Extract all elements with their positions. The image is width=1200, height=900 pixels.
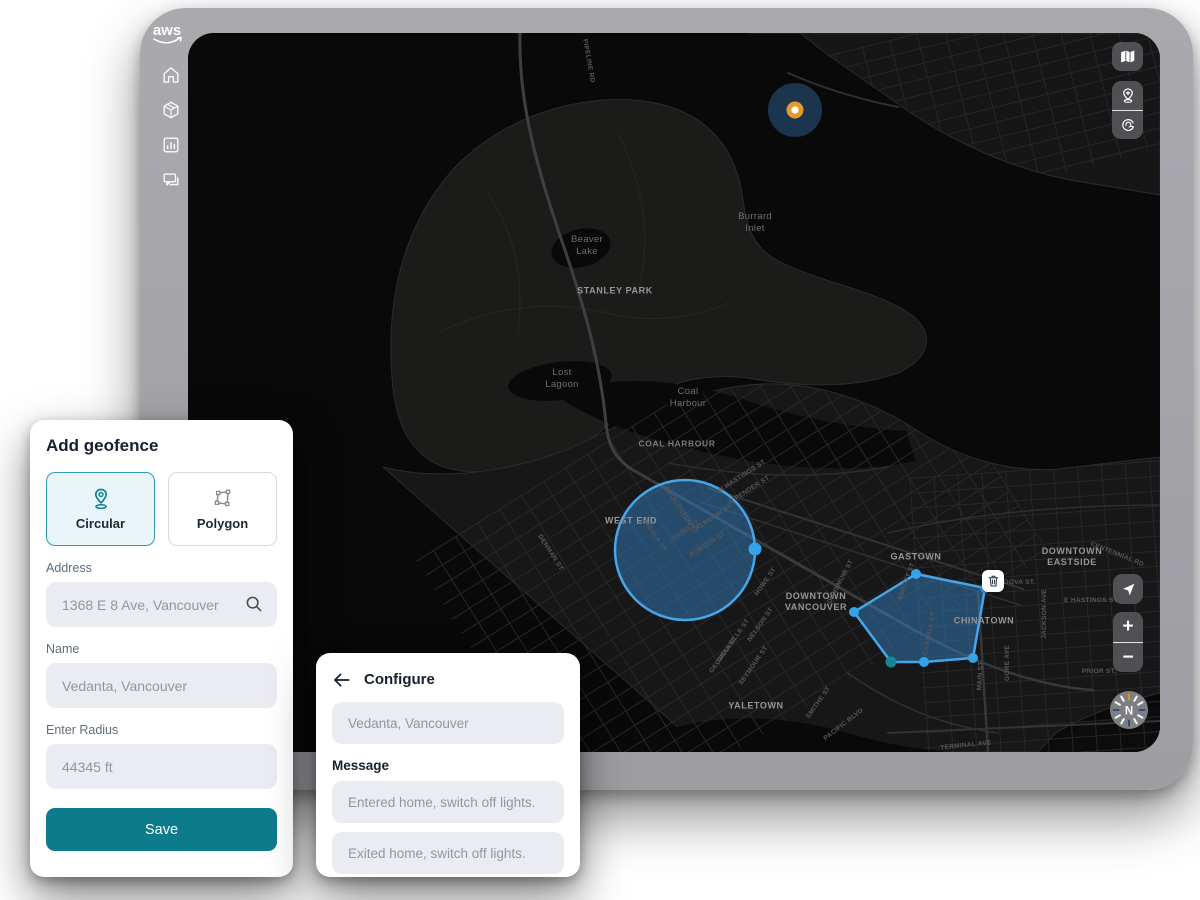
delete-geofence-button[interactable]	[982, 570, 1004, 592]
back-arrow-icon[interactable]	[332, 672, 351, 688]
add-location-pin-icon	[1119, 86, 1137, 105]
exited-message-input[interactable]	[332, 832, 564, 874]
aws-logo-text: aws	[153, 22, 181, 39]
radius-input[interactable]	[46, 744, 277, 789]
circular-label: Circular	[76, 516, 125, 531]
compass-control[interactable]: N	[1110, 691, 1148, 729]
map-style-button[interactable]	[1112, 42, 1143, 71]
polygon-shape-icon	[212, 487, 234, 511]
radius-label: Enter Radius	[46, 723, 277, 737]
zoom-out-button[interactable]: −	[1113, 643, 1143, 673]
map-style-icon	[1119, 48, 1136, 65]
polygon-label: Polygon	[197, 516, 248, 531]
zoom-in-button[interactable]: +	[1113, 612, 1143, 642]
address-label: Address	[46, 561, 277, 575]
add-location-button[interactable]	[1112, 81, 1143, 110]
entered-message-input[interactable]	[332, 781, 564, 823]
home-icon[interactable]	[161, 65, 181, 85]
message-label: Message	[332, 758, 564, 773]
circle-radius-handle	[749, 543, 762, 556]
chat-icon[interactable]	[161, 170, 181, 190]
address-input[interactable]	[46, 582, 277, 627]
analytics-icon[interactable]	[161, 135, 181, 155]
geofence-radar-button[interactable]	[1112, 111, 1143, 140]
search-icon[interactable]	[244, 594, 264, 614]
add-geofence-panel: Add geofence Circular Polygon	[30, 420, 293, 877]
navigate-arrow-icon	[1120, 581, 1137, 598]
configure-name-input[interactable]	[332, 702, 564, 744]
name-input[interactable]	[46, 663, 277, 708]
circular-pin-icon	[90, 487, 112, 511]
panel-title: Add geofence	[46, 436, 277, 456]
geofence-radar-icon	[1119, 116, 1137, 134]
services-cube-icon[interactable]	[161, 100, 181, 120]
configure-title: Configure	[364, 671, 435, 688]
aws-logo: aws	[146, 20, 188, 53]
geofence-type-polygon[interactable]: Polygon	[168, 472, 277, 546]
map-canvas[interactable]: Burrard Inlet Beaver Lake STANLEY PARK L…	[188, 33, 1160, 752]
zoom-control: + −	[1113, 612, 1143, 672]
compass-north-label: N	[1125, 706, 1133, 718]
configure-panel: Configure Message	[316, 653, 580, 877]
navigate-button[interactable]	[1113, 574, 1143, 604]
name-label: Name	[46, 642, 277, 656]
geofence-tools-group	[1112, 81, 1143, 139]
trash-icon	[987, 574, 1000, 588]
save-button[interactable]: Save	[46, 808, 277, 851]
current-location-marker	[768, 83, 822, 137]
geofence-type-circular[interactable]: Circular	[46, 472, 155, 546]
